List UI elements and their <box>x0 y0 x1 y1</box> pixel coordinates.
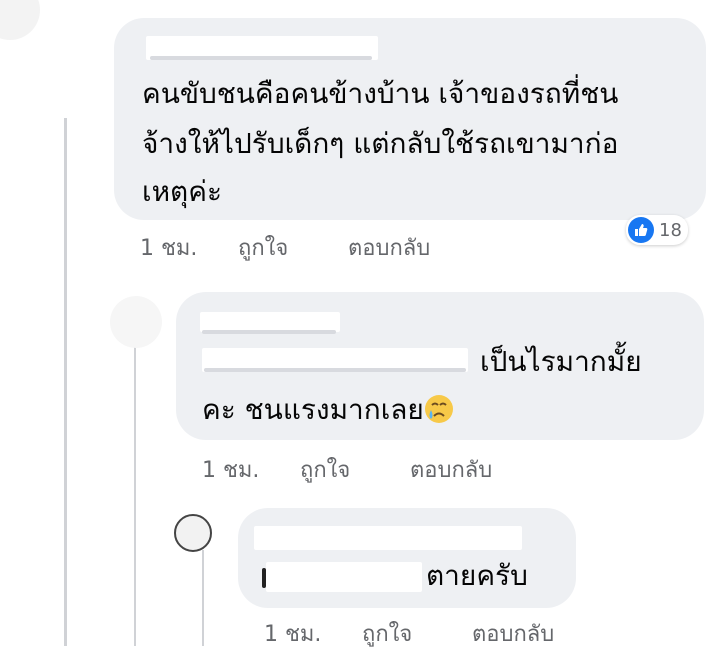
comment-text-line: จ้างให้ไปรับเด็กๆ แต่กลับใช้รถเขามาก่อ <box>142 127 619 160</box>
comment-actions: 1 ชม. ถูกใจ ตอบกลับ <box>140 230 430 265</box>
reply-text-line: คะ ชนแรงมากเลย <box>202 388 454 437</box>
redacted-author-name-trace <box>150 56 372 60</box>
redacted-mention[interactable] <box>266 562 422 592</box>
redacted-author-name-trace <box>202 330 336 334</box>
reaction-count: 18 <box>659 219 682 241</box>
redacted-mention-trace <box>204 368 466 372</box>
like-button[interactable]: ถูกใจ <box>238 230 348 265</box>
reply-actions: 1 ชม. ถูกใจ ตอบกลับ <box>202 452 492 487</box>
redacted-author-name[interactable] <box>254 526 522 550</box>
redacted-mention-trace <box>262 568 266 588</box>
reply-text-line-content: คะ ชนแรงมากเลย <box>202 393 424 426</box>
timestamp[interactable]: 1 ชม. <box>140 230 238 265</box>
nested-reply-text-line: ตายครับ <box>426 559 528 592</box>
reply-avatar[interactable] <box>110 296 162 348</box>
reaction-badge[interactable]: 18 <box>626 215 688 245</box>
redacted-author-name[interactable] <box>200 312 340 332</box>
reply-text-line: เป็นไรมากมั้ย <box>480 345 642 378</box>
timestamp[interactable]: 1 ชม. <box>202 452 300 487</box>
reply-button[interactable]: ตอบกลับ <box>410 452 492 487</box>
reply-button[interactable]: ตอบกลับ <box>348 230 430 265</box>
crying-face-emoji <box>424 393 454 437</box>
like-icon <box>628 217 654 243</box>
thread-line-main <box>64 118 67 646</box>
comment-text-line: คนขับชนคือคนข้างบ้าน เจ้าของรถที่ชน <box>142 77 619 110</box>
comment-text-line: เหตุค่ะ <box>142 175 222 208</box>
avatar[interactable] <box>0 0 40 40</box>
thread-line-reply <box>134 330 136 646</box>
like-button[interactable]: ถูกใจ <box>300 452 410 487</box>
thread-line-nested <box>202 550 204 646</box>
nested-reply-avatar[interactable] <box>174 514 212 552</box>
